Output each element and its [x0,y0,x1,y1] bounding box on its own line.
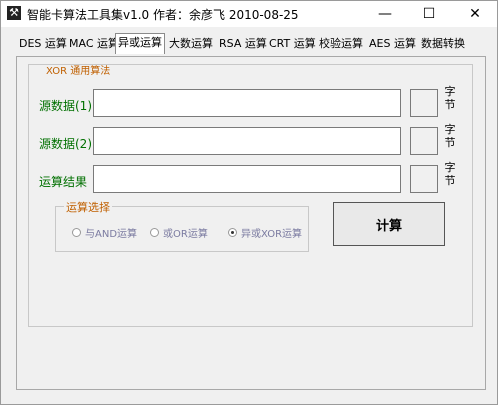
radio-and[interactable]: 与AND运算 [72,225,137,240]
operation-group: 运算选择 与AND运算 或OR运算 异或XOR运算 [55,199,309,252]
source2-length [410,127,438,155]
minimize-button[interactable]: — [363,1,407,27]
tab-crt[interactable]: CRT 运算 [267,35,318,53]
close-button[interactable]: ✕ [453,1,497,27]
radio-or-label: 或OR运算 [163,229,208,240]
tab-rsa[interactable]: RSA 运算 [217,35,269,53]
source1-unit: 字节 [444,85,456,111]
close-icon: ✕ [469,6,481,22]
source2-unit: 字节 [444,123,456,149]
source1-label: 源数据(1) [39,99,92,113]
radio-and-circle[interactable] [72,228,81,237]
calculate-button[interactable]: 计算 [333,202,445,246]
result-label: 运算结果 [39,175,88,189]
result-length [410,165,438,193]
source2-label: 源数据(2) [39,137,92,151]
minimize-icon: — [378,6,392,22]
app-icon: ⚒ [7,6,21,20]
tab-checksum[interactable]: 校验运算 [317,35,365,53]
source1-length [410,89,438,117]
tab-xor[interactable]: 异或运算 [115,33,165,54]
radio-or[interactable]: 或OR运算 [150,225,208,240]
tab-des[interactable]: DES 运算 [17,35,69,53]
app-window: ⚒ 智能卡算法工具集v1.0 作者：余彦飞 2010-08-25 — ☐ ✕ D… [0,0,498,405]
tab-bignum[interactable]: 大数运算 [167,35,215,53]
radio-and-label: 与AND运算 [85,229,138,240]
result-unit: 字节 [444,161,456,187]
xor-group: XOR 通用算法 源数据(1) 字节 源数据(2) 字节 运算结果 字节 运算选… [28,64,473,327]
source2-input[interactable] [93,127,401,155]
source1-input[interactable] [93,89,401,117]
radio-xor[interactable]: 异或XOR运算 [228,225,302,240]
xor-panel: XOR 通用算法 源数据(1) 字节 源数据(2) 字节 运算结果 字节 运算选… [16,56,486,390]
operation-group-title: 运算选择 [64,199,112,215]
radio-xor-circle[interactable] [228,228,237,237]
maximize-button[interactable]: ☐ [407,1,451,27]
tab-data-convert[interactable]: 数据转换 [419,35,467,53]
maximize-icon: ☐ [422,6,436,22]
radio-xor-label: 异或XOR运算 [241,229,303,240]
result-input[interactable] [93,165,401,193]
tab-mac[interactable]: MAC 运算 [67,35,121,53]
window-title: 智能卡算法工具集v1.0 作者：余彦飞 2010-08-25 [27,8,299,22]
title-bar: ⚒ 智能卡算法工具集v1.0 作者：余彦飞 2010-08-25 — ☐ ✕ [1,1,497,27]
radio-or-circle[interactable] [150,228,159,237]
xor-group-title: XOR 通用算法 [44,65,113,79]
tab-aes[interactable]: AES 运算 [367,35,418,53]
